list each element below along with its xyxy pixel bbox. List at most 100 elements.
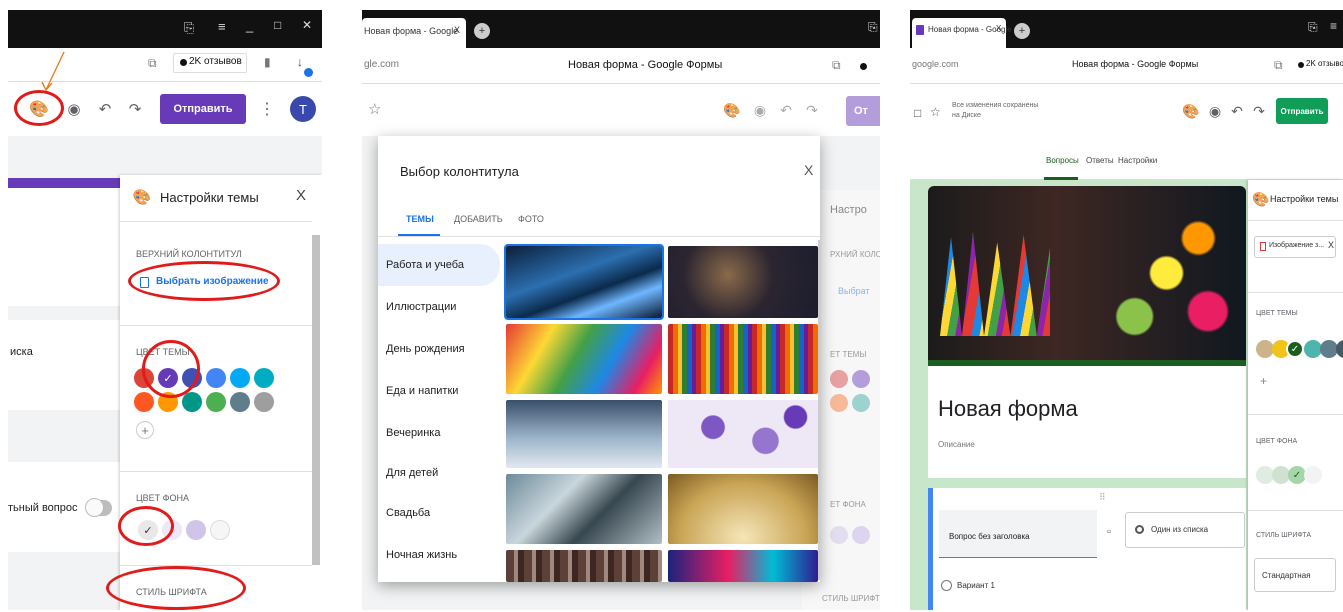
form-description[interactable]: Описание — [938, 440, 975, 449]
preview-eye-icon[interactable]: ◉ — [750, 100, 770, 120]
close-window-icon[interactable]: ✕ — [302, 18, 312, 32]
swatch-slate[interactable] — [1336, 340, 1343, 358]
tab-settings[interactable]: Настройки — [1118, 156, 1157, 165]
add-color-button[interactable]: + — [136, 421, 154, 439]
tab-add[interactable]: ДОБАВИТЬ — [454, 214, 503, 224]
folder-icon[interactable]: □ — [914, 106, 921, 120]
undo-icon[interactable]: ↶ — [1228, 102, 1246, 120]
close-icon[interactable]: X — [296, 187, 306, 204]
theme-image-tile[interactable] — [506, 550, 662, 582]
swatch-deep-orange[interactable] — [134, 392, 154, 412]
question-title[interactable]: Вопрос без заголовка — [949, 532, 1030, 541]
url-field[interactable]: gle.com — [364, 59, 399, 70]
form-tabs: Вопросы Ответы Настройки — [910, 144, 1343, 180]
add-color-button[interactable]: + — [1260, 374, 1267, 388]
palette-icon: 🎨 — [1252, 190, 1270, 207]
theme-image-tile[interactable] — [506, 474, 662, 544]
redo-icon[interactable]: ↷ — [124, 98, 146, 120]
swatch-cyan[interactable] — [254, 368, 274, 388]
tab-photo[interactable]: ФОТО — [518, 214, 544, 224]
form-title[interactable]: Новая форма — [938, 396, 1078, 422]
category-party[interactable]: Вечеринка — [378, 414, 500, 452]
bg-swatch-3[interactable] — [210, 520, 230, 540]
redo-icon[interactable]: ↷ — [1250, 102, 1268, 120]
category-wedding[interactable]: Свадьба — [378, 494, 500, 532]
theme-image-tile[interactable] — [668, 550, 818, 582]
swatch-teal[interactable] — [182, 392, 202, 412]
category-birthday[interactable]: День рождения — [378, 330, 500, 368]
image-icon[interactable]: ▫ — [1107, 526, 1111, 538]
pin-icon[interactable]: ⎘ — [184, 20, 194, 36]
reviews-text[interactable]: 2K отзывов — [1306, 59, 1343, 68]
url-field[interactable]: google.com — [912, 59, 959, 69]
bg-color-label: ЦВЕТ ФОНА — [136, 493, 190, 503]
radio-option-icon[interactable] — [941, 580, 952, 591]
undo-icon[interactable]: ↶ — [776, 100, 796, 120]
drag-handle-icon[interactable]: ⠿ — [1099, 492, 1106, 503]
category-kids[interactable]: Для детей — [378, 454, 500, 492]
category-work-study[interactable]: Работа и учеба — [378, 246, 500, 284]
download-icon[interactable]: ↓ — [297, 55, 303, 69]
swatch-grey[interactable] — [254, 392, 274, 412]
theme-image-tile[interactable] — [668, 246, 818, 318]
more-vert-icon[interactable]: ⋮ — [256, 98, 278, 120]
bg-swatch-3[interactable] — [1304, 466, 1322, 484]
new-tab-icon[interactable]: + — [474, 23, 490, 39]
category-illustrations[interactable]: Иллюстрации — [378, 288, 500, 326]
bg-swatch-2[interactable] — [186, 520, 206, 540]
copy-icon[interactable]: ⧉ — [148, 56, 157, 71]
avatar[interactable]: T — [290, 96, 316, 122]
star-icon[interactable]: ☆ — [368, 100, 381, 118]
new-tab-icon[interactable]: + — [1014, 23, 1030, 39]
scrollbar[interactable] — [818, 240, 820, 580]
dialog-close-icon[interactable]: X — [804, 162, 813, 178]
pin-icon[interactable]: ⎘ — [1308, 20, 1318, 35]
swatch-lightblue[interactable] — [230, 368, 250, 388]
bookmark-icon[interactable]: ▮ — [264, 55, 271, 69]
theme-image-tile[interactable] — [668, 400, 818, 468]
header-picker-dialog: Выбор колонтитула X ТЕМЫ ДОБАВИТЬ ФОТО Р… — [378, 136, 820, 582]
category-food-drinks[interactable]: Еда и напитки — [378, 372, 500, 410]
theme-image-tile[interactable] — [506, 324, 662, 394]
theme-image-tile[interactable] — [504, 244, 664, 320]
page-title: Новая форма - Google Формы — [1072, 59, 1199, 69]
palette-icon[interactable]: 🎨 — [1182, 102, 1200, 120]
tab-themes[interactable]: ТЕМЫ — [406, 214, 434, 224]
undo-icon[interactable]: ↶ — [94, 98, 116, 120]
swatch-green-selected[interactable]: ✓ — [1286, 340, 1304, 358]
category-nightlife[interactable]: Ночная жизнь — [378, 536, 500, 574]
minimize-icon[interactable]: _ — [246, 18, 253, 33]
maximize-icon[interactable]: □ — [274, 18, 281, 32]
tab-responses[interactable]: Ответы — [1086, 156, 1114, 165]
preview-eye-icon[interactable]: ◉ — [1206, 102, 1224, 120]
image-file-icon — [1260, 242, 1266, 251]
palette-icon[interactable]: 🎨 — [722, 100, 742, 120]
swatch-bluegrey[interactable] — [230, 392, 250, 412]
image-chip-label: Изображение з... — [1269, 242, 1325, 249]
copy-icon[interactable]: ⧉ — [832, 58, 841, 73]
theme-image-tile[interactable] — [506, 400, 662, 468]
send-button[interactable]: Отправить — [1276, 98, 1328, 124]
page-title: Новая форма - Google Формы — [568, 59, 723, 71]
tab-close-icon[interactable]: X — [996, 24, 1001, 33]
option-label[interactable]: Вариант 1 — [957, 581, 995, 590]
tab-questions[interactable]: Вопросы — [1046, 156, 1079, 165]
menu-icon[interactable]: ≡ — [218, 19, 226, 34]
theme-settings-title: Настройки темы — [160, 190, 259, 205]
swatch-green[interactable] — [206, 392, 226, 412]
preview-eye-icon[interactable]: ◉ — [63, 98, 85, 120]
theme-image-tile[interactable] — [668, 474, 818, 544]
swatch-blue[interactable] — [206, 368, 226, 388]
star-icon[interactable]: ☆ — [930, 105, 941, 119]
send-button[interactable]: Отправить — [160, 94, 246, 124]
chip-close-icon[interactable]: X — [1328, 240, 1334, 250]
pin-icon[interactable]: ⎘ — [868, 20, 878, 35]
reviews-text[interactable]: 2K отзывов — [189, 56, 242, 67]
theme-image-tile[interactable] — [668, 324, 818, 394]
redo-icon[interactable]: ↷ — [802, 100, 822, 120]
send-button[interactable]: От — [846, 96, 880, 126]
tab-close-icon[interactable]: X — [454, 25, 460, 35]
menu-icon[interactable]: ≡ — [1330, 19, 1337, 33]
copy-icon[interactable]: ⧉ — [1274, 58, 1283, 73]
scrollbar[interactable] — [312, 235, 320, 565]
